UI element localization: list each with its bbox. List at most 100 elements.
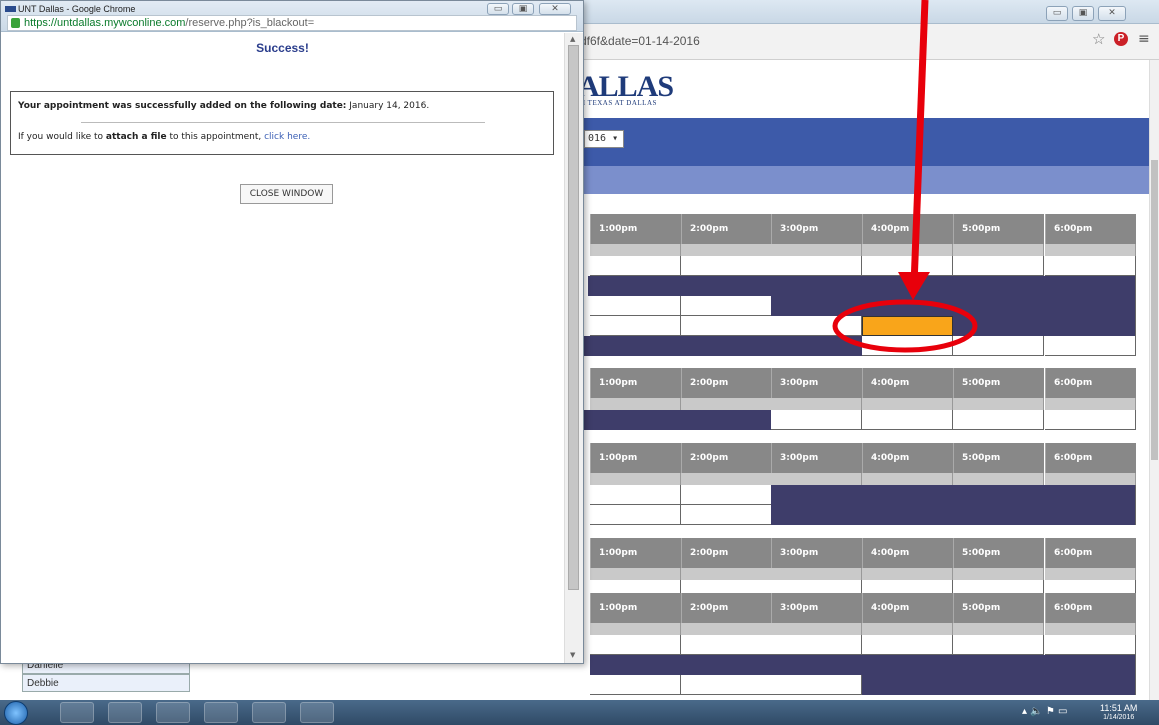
grid-subheader [590,623,681,635]
time-slot[interactable] [590,296,681,316]
scroll-down-arrow-icon[interactable]: ▼ [570,651,575,659]
snipping-tool-icon[interactable] [204,702,238,723]
header-banner [578,118,1159,166]
attach-text-bold: attach a file [105,132,167,142]
time-slot[interactable] [681,635,772,655]
time-slot[interactable] [590,675,681,695]
time-slot[interactable] [1045,635,1136,655]
skype-icon[interactable] [252,702,286,723]
bookmark-star-icon[interactable]: ☆ [1092,30,1105,48]
chrome-icon[interactable] [156,702,190,723]
scroll-up-arrow-icon[interactable]: ▲ [570,35,575,43]
page-scrollbar-thumb[interactable] [1151,160,1158,460]
explorer-icon[interactable] [108,702,142,723]
time-slot[interactable] [681,505,772,525]
time-slot[interactable] [953,336,1044,356]
time-slot[interactable] [771,675,862,695]
popup-title-bar: UNT Dallas - Google Chrome ▭ ▣ ✕ https:/… [1,1,583,32]
popup-maximize-button[interactable]: ▣ [512,3,534,15]
booked-slot [771,505,1135,525]
time-slot[interactable] [681,296,772,316]
grid-subheader [862,473,953,485]
attach-text-mid: to this appointment, [166,132,265,142]
grid-subheader [681,568,772,580]
time-slot[interactable] [771,410,862,430]
time-slot[interactable] [681,316,772,336]
time-header: 3:00pm [771,593,862,623]
date-select-value: 016 [588,133,607,144]
time-slot[interactable] [590,635,681,655]
time-slot[interactable] [681,256,772,276]
attach-file-link[interactable]: click here. [264,132,310,142]
grid-subheader [1045,398,1136,410]
time-header: 3:00pm [771,538,862,568]
time-header: 1:00pm [590,368,681,398]
time-header: 5:00pm [953,214,1044,244]
minimize-button[interactable]: ▭ [1046,6,1068,21]
grid-subheader [771,568,862,580]
popup-minimize-button[interactable]: ▭ [487,3,509,15]
time-slot[interactable] [1045,256,1136,276]
time-slot[interactable] [862,410,953,430]
success-popup-window: UNT Dallas - Google Chrome ▭ ▣ ✕ https:/… [0,0,584,664]
time-header: 2:00pm [681,443,772,473]
time-slot[interactable] [771,635,862,655]
time-slot[interactable] [862,256,953,276]
time-header: 1:00pm [590,593,681,623]
url-host: https://untdallas.mywconline.com [24,17,186,29]
chrome-menu-icon[interactable]: ≡ [1138,31,1150,47]
background-url[interactable]: df6f&date=01-14-2016 [580,34,700,48]
time-header: 6:00pm [1045,593,1136,623]
time-slot[interactable] [1045,336,1136,356]
grid-subheader [590,398,681,410]
staff-row-debbie[interactable]: Debbie [22,674,190,692]
my-appointment-slot[interactable] [862,316,953,336]
maximize-button[interactable]: ▣ [1072,6,1094,21]
date-select[interactable]: 016 ▾ [584,130,624,148]
grid-subheader [1045,473,1136,485]
sub-banner [578,166,1159,194]
grid-subheader [681,244,772,256]
booked-slot [953,316,1135,336]
pinterest-icon[interactable]: P [1114,32,1128,46]
taskbar-clock[interactable]: 11:51 AM 1/14/2016 [1100,703,1137,723]
popup-url[interactable]: https://untdallas.mywconline.com/reserve… [24,17,314,29]
close-button[interactable]: ✕ [1098,6,1126,21]
time-header: 2:00pm [681,538,772,568]
popup-close-button[interactable]: ✕ [539,3,571,15]
lock-icon [11,18,20,28]
popup-scrollbar-thumb[interactable] [568,45,579,590]
word-icon[interactable] [300,702,334,723]
grid-subheader [590,244,681,256]
grid-subheader [953,568,1044,580]
grid-subheader [953,398,1044,410]
time-slot[interactable] [953,635,1044,655]
time-header: 5:00pm [953,443,1044,473]
close-window-button[interactable]: CLOSE WINDOW [240,184,333,204]
time-slot[interactable] [953,410,1044,430]
time-slot[interactable] [590,505,681,525]
time-slot[interactable] [681,485,772,505]
start-button-icon[interactable] [4,701,28,725]
time-slot[interactable] [771,256,862,276]
windows-taskbar: ▴ 🔈 ⚑ ▭ 11:51 AM 1/14/2016 [0,700,1159,725]
grid-subheader [1045,623,1136,635]
time-slot[interactable] [1045,410,1136,430]
popup-scrollbar[interactable]: ▲ ▼ [564,33,583,663]
time-slot[interactable] [862,635,953,655]
grid-subheader [681,623,772,635]
time-slot[interactable] [590,485,681,505]
ie-icon[interactable] [60,702,94,723]
system-tray-icons[interactable]: ▴ 🔈 ⚑ ▭ [1022,706,1067,717]
time-slot[interactable] [590,316,681,336]
popup-address-bar[interactable]: https://untdallas.mywconline.com/reserve… [7,15,577,31]
grid-subheader [1045,568,1136,580]
time-header: 6:00pm [1045,443,1136,473]
time-slot[interactable] [953,256,1044,276]
time-slot[interactable] [771,316,862,336]
time-slot[interactable] [862,336,953,356]
page-scrollbar[interactable] [1149,60,1159,700]
time-slot[interactable] [681,675,772,695]
booked-slot [771,296,1135,316]
time-slot[interactable] [590,256,681,276]
